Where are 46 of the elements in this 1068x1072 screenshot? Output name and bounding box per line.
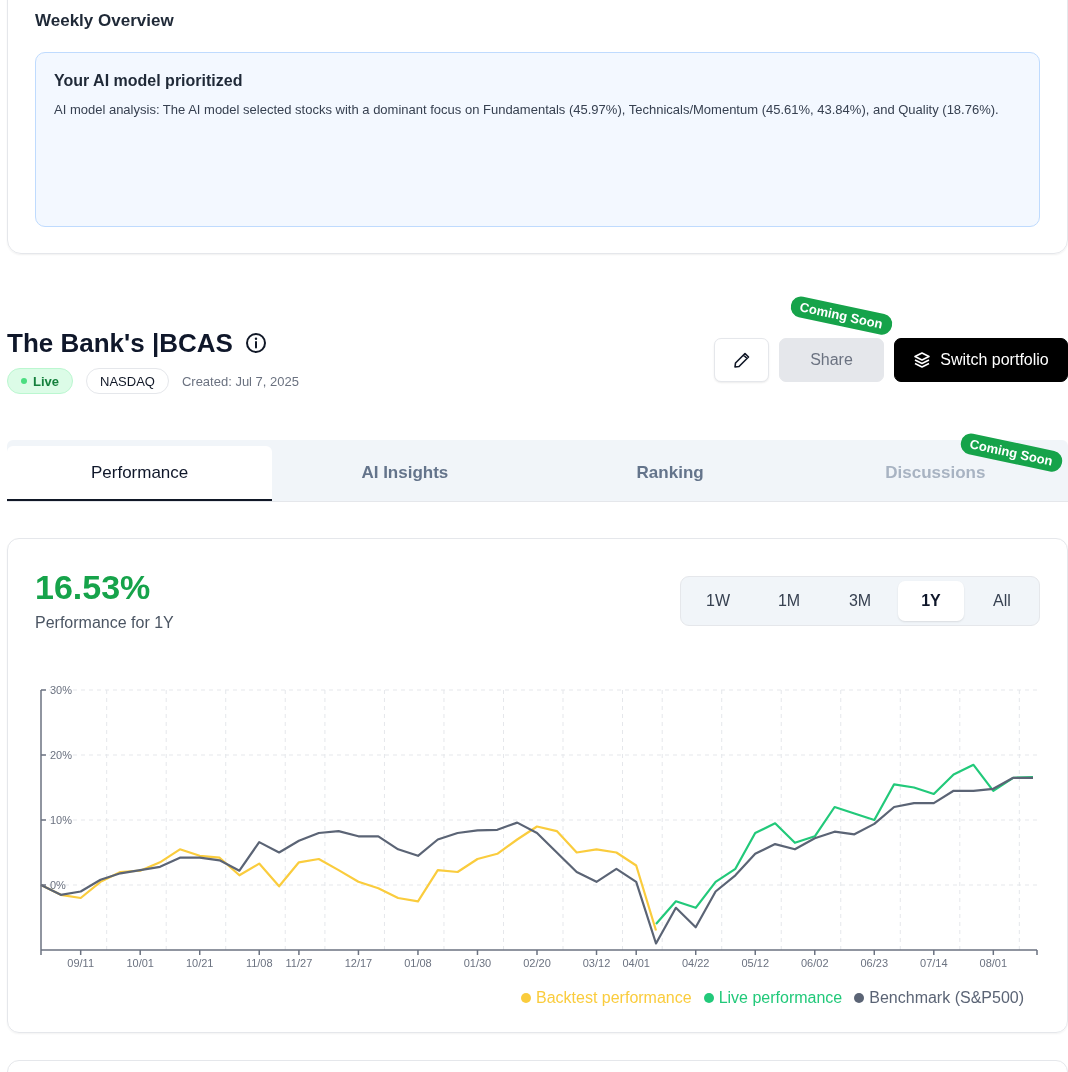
switch-portfolio-button[interactable]: Switch portfolio — [894, 338, 1068, 382]
tab[interactable]: Performance — [7, 446, 273, 501]
created-date: Created: Jul 7, 2025 — [181, 373, 299, 389]
x-tick-label: 11/27 — [285, 957, 313, 969]
x-tick-label: 04/22 — [681, 957, 710, 969]
tab[interactable]: Ranking — [537, 446, 803, 501]
x-tick-label: 05/12 — [741, 957, 769, 969]
performance-caption: Performance for 1Y — [35, 614, 174, 632]
pencil-icon — [732, 351, 751, 369]
x-tick-label: 12/17 — [344, 957, 373, 969]
range-option[interactable]: 1M — [756, 581, 822, 621]
x-tick-label: 01/30 — [463, 957, 492, 969]
performance-value: 16.53% — [35, 567, 152, 607]
x-tick-label: 09/11 — [67, 957, 95, 969]
range-option[interactable]: 1Y — [898, 581, 964, 621]
x-tick-label: 02/20 — [523, 957, 551, 969]
x-tick-label: 03/12 — [582, 957, 611, 969]
portfolio-name: The Bank's |BCAS — [7, 327, 233, 359]
edit-button[interactable] — [714, 338, 769, 382]
range-option[interactable]: All — [969, 581, 1035, 621]
coming-soon-badge: Coming Soon — [788, 294, 894, 337]
x-tick-label: 07/14 — [920, 957, 948, 969]
y-tick-label: 0% — [50, 879, 66, 891]
layers-icon — [913, 351, 932, 369]
x-tick-label: 11/08 — [245, 957, 273, 969]
insight-text: AI model analysis: The AI model selected stocks with a dominant focus on Fundamentals (45.97%), Technicals/Momentum (45.61%, 43.84%), and Quality (18.76%). — [54, 101, 1000, 119]
y-tick-label: 20% — [50, 749, 73, 761]
x-tick-label: 06/02 — [801, 957, 829, 969]
section-title: Weekly Overview — [35, 11, 175, 31]
y-tick-label: 30% — [50, 684, 73, 696]
x-tick-label: 06/23 — [860, 957, 889, 969]
y-tick-label: 10% — [50, 814, 73, 826]
info-icon[interactable] — [244, 332, 267, 354]
x-tick-label: 01/08 — [404, 957, 432, 969]
x-tick-label: 10/01 — [126, 957, 154, 969]
x-tick-label: 08/01 — [979, 957, 1008, 969]
range-option[interactable]: 3M — [827, 581, 893, 621]
tab[interactable]: AI Insights — [272, 446, 538, 501]
legend-label: Benchmark (S&P500) — [869, 989, 1024, 1007]
insight-title: Your AI model prioritized — [54, 72, 244, 90]
x-tick-label: 04/01 — [622, 957, 650, 969]
legend-label: Live performance — [718, 989, 843, 1007]
status-badge: Live — [7, 368, 73, 394]
range-option[interactable]: 1W — [685, 581, 751, 621]
legend-label: Backtest performance — [536, 989, 692, 1007]
x-tick-label: 10/21 — [185, 957, 214, 969]
